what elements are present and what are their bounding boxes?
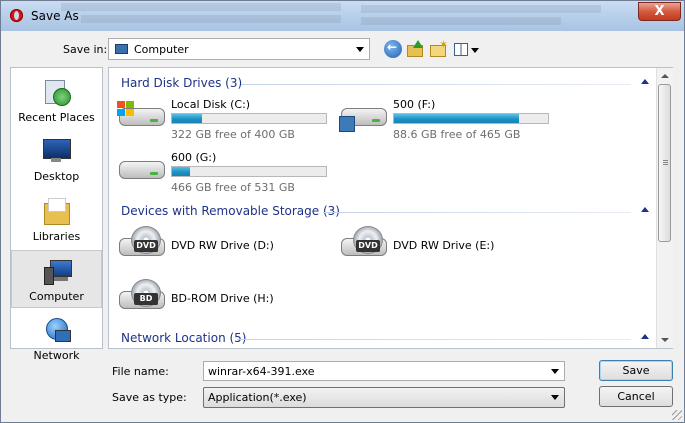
drive-item-h[interactable]: BD BD-ROM Drive (H:) (117, 279, 332, 323)
place-network[interactable]: Network (11, 310, 102, 368)
hard-drive-icon (117, 149, 165, 185)
title-bar[interactable]: Save As X (1, 1, 684, 31)
place-label: Computer (29, 290, 84, 303)
resize-grip[interactable] (672, 410, 682, 420)
file-name-value: winrar-x64-391.exe (208, 365, 315, 378)
place-libraries[interactable]: Libraries (11, 191, 102, 249)
usage-bar (171, 166, 327, 177)
save-as-dialog: Save As X Save in: Computer ✶ Recent Pla… (0, 0, 685, 423)
drive-name: 600 (G:) (171, 151, 217, 164)
network-icon (41, 316, 71, 344)
save-in-label: Save in: (63, 43, 108, 56)
drive-name: BD-ROM Drive (H:) (171, 292, 274, 305)
save-as-type-select[interactable]: Application(*.exe) (203, 387, 565, 408)
views-icon (454, 43, 468, 56)
group-removable-storage[interactable]: Devices with Removable Storage (3) (121, 204, 340, 220)
group-hard-disk-drives[interactable]: Hard Disk Drives (3) (121, 76, 242, 92)
drive-badge: DVD (134, 240, 158, 252)
place-computer[interactable]: Computer (11, 250, 102, 308)
group-divider (323, 212, 631, 213)
collapse-icon[interactable] (641, 79, 649, 84)
cancel-button[interactable]: Cancel (599, 386, 673, 407)
back-icon[interactable] (384, 40, 402, 58)
views-menu-button[interactable] (454, 40, 480, 58)
group-network-location[interactable]: Network Location (5) (121, 331, 246, 347)
chevron-down-icon[interactable] (471, 48, 479, 53)
place-recent-places[interactable]: Recent Places (11, 72, 102, 130)
libraries-icon (41, 197, 71, 225)
drive-item-d[interactable]: DVD DVD RW Drive (D:) (117, 226, 332, 270)
drive-name: DVD RW Drive (E:) (393, 239, 495, 252)
chevron-down-icon[interactable] (356, 47, 364, 52)
title-bar-background (61, 1, 621, 31)
system-drive-icon (117, 96, 165, 132)
drive-free-space: 88.6 GB free of 465 GB (393, 128, 521, 141)
place-desktop[interactable]: Desktop (11, 131, 102, 189)
drive-badge: DVD (356, 240, 380, 252)
save-as-type-value: Application(*.exe) (208, 391, 307, 404)
chevron-down-icon[interactable] (551, 395, 559, 400)
usage-fill (394, 114, 519, 123)
places-bar: Recent Places Desktop Libraries Computer… (10, 67, 103, 362)
chevron-down-icon[interactable] (551, 369, 559, 374)
collapse-icon[interactable] (641, 334, 649, 339)
scroll-down-icon[interactable] (661, 338, 669, 342)
vertical-scrollbar[interactable] (656, 68, 673, 348)
recent-places-icon (41, 78, 71, 106)
drive-free-space: 322 GB free of 400 GB (171, 128, 295, 141)
close-button[interactable]: X (638, 2, 681, 21)
bd-drive-icon: BD (117, 279, 165, 315)
drive-item-e[interactable]: DVD DVD RW Drive (E:) (339, 226, 554, 270)
drive-name: Local Disk (C:) (171, 98, 251, 111)
save-as-type-label: Save as type: (112, 391, 187, 404)
dvd-drive-icon: DVD (339, 226, 387, 262)
computer-icon (115, 44, 128, 54)
network-drive-icon (339, 96, 387, 132)
file-name-input[interactable]: winrar-x64-391.exe (203, 361, 565, 381)
dvd-drive-icon: DVD (117, 226, 165, 262)
save-button[interactable]: Save (599, 360, 673, 381)
collapse-icon[interactable] (641, 207, 649, 212)
usage-bar (171, 113, 327, 124)
scroll-up-icon[interactable] (661, 74, 669, 78)
drive-name: DVD RW Drive (D:) (171, 239, 274, 252)
opera-icon (10, 9, 23, 22)
drive-name: 500 (F:) (393, 98, 436, 111)
place-label: Recent Places (18, 111, 95, 124)
drive-item-g[interactable]: 600 (G:) 466 GB free of 531 GB (117, 149, 332, 197)
drive-free-space: 466 GB free of 531 GB (171, 181, 295, 194)
usage-bar (393, 113, 549, 124)
file-name-label: File name: (112, 365, 169, 378)
scroll-thumb[interactable] (658, 84, 671, 242)
up-folder-icon[interactable] (407, 40, 425, 58)
computer-icon (42, 257, 72, 285)
save-in-combobox[interactable]: Computer (108, 38, 370, 60)
new-folder-icon[interactable]: ✶ (430, 38, 448, 58)
file-list[interactable]: Hard Disk Drives (3) Local Disk (C:) 322… (108, 67, 673, 349)
window-title: Save As (31, 9, 79, 23)
group-divider (237, 339, 631, 340)
place-label: Libraries (32, 230, 81, 243)
place-label: Desktop (33, 170, 80, 183)
save-in-value: Computer (134, 43, 189, 56)
drive-item-f[interactable]: 500 (F:) 88.6 GB free of 465 GB (339, 96, 554, 144)
group-divider (241, 84, 631, 85)
usage-fill (172, 114, 203, 123)
place-label: Network (33, 349, 80, 362)
desktop-icon (41, 137, 71, 165)
usage-fill (172, 167, 191, 176)
drive-badge: BD (134, 293, 158, 305)
drive-item-c[interactable]: Local Disk (C:) 322 GB free of 400 GB (117, 96, 332, 144)
